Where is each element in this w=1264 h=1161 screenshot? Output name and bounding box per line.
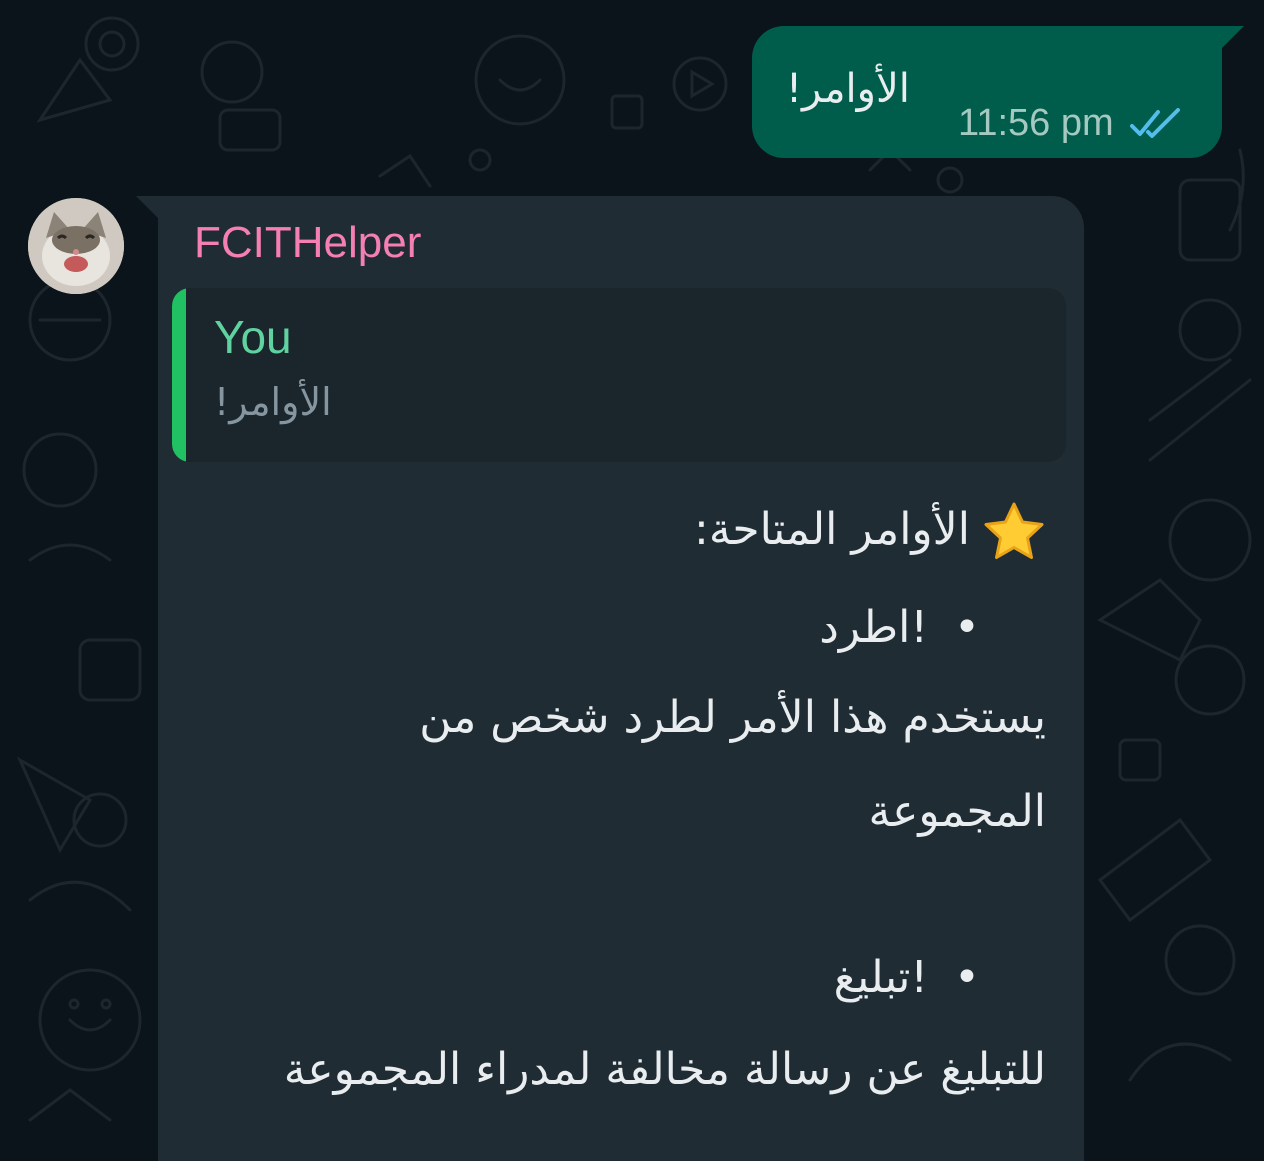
sender-name[interactable]: FCITHelper	[194, 218, 421, 268]
quote-text: الأوامر!	[214, 380, 332, 424]
message-timestamp: 11:56 pm	[958, 102, 1114, 144]
quote-accent-bar	[172, 288, 186, 462]
quoted-message[interactable]: You الأوامر!	[172, 288, 1066, 462]
command-report: !تبليغ	[833, 952, 929, 1003]
bullet: •	[954, 602, 980, 653]
star-emoji-icon	[984, 502, 1044, 559]
command-kick-description-line2: المجموعة	[868, 786, 1046, 837]
command-item-kick: • !اطرد	[819, 602, 980, 653]
outgoing-message-meta: 11:56 pm	[958, 102, 1184, 145]
sender-avatar[interactable]	[28, 198, 124, 294]
commands-heading-line: الأوامر المتاحة:	[694, 500, 1046, 564]
command-kick: !اطرد	[819, 602, 929, 653]
double-check-read-icon	[1129, 107, 1180, 138]
incoming-message-bubble[interactable]: FCITHelper You الأوامر! الأوامر المتاحة:…	[136, 196, 1084, 1161]
cat-avatar-icon	[28, 198, 124, 294]
chat-view: الأوامر! 11:56 pm FCITHelper You الأوامر…	[0, 0, 1264, 1161]
command-kick-description-line1: يستخدم هذا الأمر لطرد شخص من	[419, 692, 1046, 743]
commands-heading: الأوامر المتاحة:	[694, 504, 970, 555]
bullet: •	[954, 952, 980, 1003]
command-item-report: • !تبليغ	[834, 952, 980, 1003]
bubble-tail	[136, 196, 158, 218]
outgoing-message-bubble[interactable]: الأوامر! 11:56 pm	[752, 26, 1244, 158]
command-report-description: للتبليغ عن رسالة مخالفة لمدراء المجموعة	[283, 1044, 1046, 1095]
bubble-tail	[1222, 26, 1244, 48]
quote-author: You	[214, 311, 292, 363]
outgoing-message-text: الأوامر!	[786, 66, 910, 112]
